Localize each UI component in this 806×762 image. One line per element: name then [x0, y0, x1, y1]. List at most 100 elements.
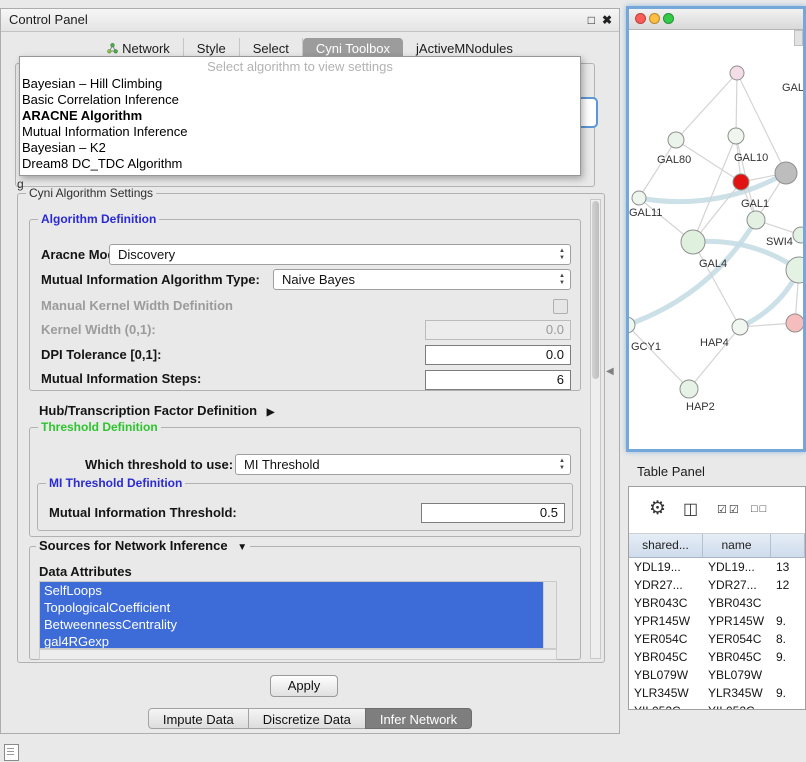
network-node[interactable] [732, 319, 748, 335]
network-edge [629, 325, 689, 389]
network-node[interactable] [629, 317, 635, 333]
table-row[interactable]: YLR345WYLR345W9. [629, 684, 805, 702]
table-row[interactable]: YPR145WYPR145W9. [629, 612, 805, 630]
algorithm-options: Bayesian – Hill ClimbingBasic Correlatio… [20, 76, 580, 172]
network-window-titlebar[interactable] [629, 9, 803, 30]
table-cell [771, 702, 805, 710]
table-cell: YBL079W [703, 666, 771, 684]
attribute-item[interactable]: SelfLoops [40, 582, 546, 599]
table-cell: 12 [771, 576, 805, 594]
combo-arrows-icon: ▲▼ [557, 273, 567, 287]
network-node[interactable] [733, 174, 749, 190]
table-cell: YPR145W [703, 612, 771, 630]
minimize-traffic-light-icon[interactable] [649, 13, 660, 24]
dpi-tolerance-label: DPI Tolerance [0,1]: [41, 345, 161, 365]
algorithm-definition-title: Algorithm Definition [38, 212, 159, 226]
control-panel-titlebar[interactable]: Control Panel □ ✖ [1, 9, 619, 32]
settings-gear-icon[interactable]: ⚙ [649, 497, 666, 520]
table-row[interactable]: YDL19...YDL19...13 [629, 558, 805, 576]
algorithm-option[interactable]: Bayesian – K2 [20, 140, 580, 156]
apply-button[interactable]: Apply [270, 675, 338, 697]
tab-impute-data[interactable]: Impute Data [148, 708, 249, 729]
network-edge [676, 73, 737, 140]
table-cell: 9. [771, 612, 805, 630]
close-traffic-light-icon[interactable] [635, 13, 646, 24]
network-node[interactable] [681, 230, 705, 254]
select-all-icon[interactable]: ☑☑ [717, 503, 741, 516]
table-row[interactable]: YIL052CYIL052C [629, 702, 805, 710]
tab-label: jActiveMNodules [416, 41, 513, 56]
manual-kernel-label: Manual Kernel Width Definition [41, 296, 233, 316]
panel-title: Control Panel [1, 9, 88, 31]
algorithm-option[interactable]: Mutual Information Inference [20, 124, 580, 140]
dpi-tolerance-field[interactable]: 0.0 [425, 345, 571, 365]
algorithm-option[interactable]: Dream8 DC_TDC Algorithm [20, 156, 580, 172]
table-cell: 9. [771, 648, 805, 666]
network-node-label: GCY1 [631, 341, 661, 353]
column-header[interactable]: name [703, 534, 771, 557]
which-threshold-value: MI Threshold [236, 455, 570, 474]
sources-section-toggle[interactable]: Sources for Network Inference ▼ [36, 538, 250, 553]
panel-splitter-grip[interactable]: ◀ [606, 366, 614, 377]
minimized-panel-icon[interactable] [4, 744, 19, 761]
network-node[interactable] [680, 380, 698, 398]
algorithm-option[interactable]: Basic Correlation Inference [20, 92, 580, 108]
network-scrollbar[interactable] [794, 30, 803, 46]
table-row[interactable]: YBR045CYBR045C9. [629, 648, 805, 666]
network-node[interactable] [793, 227, 803, 243]
network-node[interactable] [632, 191, 646, 205]
network-node[interactable] [775, 162, 797, 184]
network-node[interactable] [730, 66, 744, 80]
network-canvas[interactable]: GAL80GAL10GAL11GAL1SWI4GAL4GCY1HAP4HAP2G… [629, 30, 803, 450]
network-edge [639, 140, 676, 198]
aracne-mode-select[interactable]: Discovery ▲▼ [109, 244, 571, 265]
network-node-label: HAP4 [700, 337, 729, 349]
column-header[interactable]: shared... [629, 534, 703, 557]
mi-type-label: Mutual Information Algorithm Type: [41, 270, 260, 290]
algorithm-option[interactable]: Bayesian – Hill Climbing [20, 76, 580, 92]
clear-selection-icon[interactable]: □□ [751, 503, 768, 515]
attribute-list-scrollbar[interactable] [543, 582, 556, 648]
which-threshold-select[interactable]: MI Threshold ▲▼ [235, 454, 571, 475]
hub-definition-label: Hub/Transcription Factor Definition [39, 403, 257, 418]
table-cell: YDL19... [629, 558, 703, 576]
zoom-traffic-light-icon[interactable] [663, 13, 674, 24]
attribute-list[interactable]: SelfLoopsTopologicalCoefficientBetweenne… [39, 581, 557, 649]
table-row[interactable]: YBL079WYBL079W [629, 666, 805, 684]
table-cell: YBR045C [703, 648, 771, 666]
attribute-list-hscrollbar[interactable] [39, 649, 557, 660]
network-node[interactable] [668, 132, 684, 148]
kernel-width-field: 0.0 [425, 320, 571, 340]
table-row[interactable]: YER054CYER054C8. [629, 630, 805, 648]
settings-scrollbar[interactable] [590, 199, 601, 659]
mi-type-select[interactable]: Naive Bayes ▲▼ [273, 269, 571, 290]
table-cell: YDR27... [703, 576, 771, 594]
table-cell: YER054C [629, 630, 703, 648]
float-window-icon[interactable]: □ [588, 9, 595, 31]
network-node[interactable] [786, 314, 803, 332]
table-row[interactable]: YBR043CYBR043C [629, 594, 805, 612]
network-node-label: GAL [782, 82, 803, 94]
table-panel-window: ⚙◫☑☑□□ shared...name YDL19...YDL19...13Y… [628, 486, 806, 710]
bottom-tabs: Impute DataDiscretize DataInfer Network [1, 708, 619, 729]
table-row[interactable]: YDR27...YDR27...12 [629, 576, 805, 594]
table-cell: YDR27... [629, 576, 703, 594]
network-view-window[interactable]: GAL80GAL10GAL11GAL1SWI4GAL4GCY1HAP4HAP2G… [626, 6, 806, 452]
attribute-item[interactable]: gal4RGexp [40, 633, 546, 649]
scrollbar-thumb[interactable] [592, 201, 599, 379]
mi-threshold-field[interactable]: 0.5 [421, 503, 565, 523]
algorithm-option[interactable]: ARACNE Algorithm [20, 108, 580, 124]
algorithm-placeholder: Select algorithm to view settings [20, 58, 580, 76]
attribute-item[interactable]: TopologicalCoefficient [40, 599, 546, 616]
add-column-icon[interactable]: ◫ [683, 499, 698, 519]
network-node[interactable] [728, 128, 744, 144]
attribute-item[interactable]: BetweennessCentrality [40, 616, 546, 633]
close-icon[interactable]: ✖ [602, 9, 612, 31]
table-body: YDL19...YDL19...13YDR27...YDR27...12YBR0… [629, 558, 805, 710]
network-node[interactable] [747, 211, 765, 229]
tab-discretize-data[interactable]: Discretize Data [248, 708, 366, 729]
network-node-label: HAP2 [686, 401, 715, 413]
mi-steps-field[interactable]: 6 [425, 370, 571, 390]
tab-infer-network[interactable]: Infer Network [365, 708, 472, 729]
column-header[interactable] [771, 534, 805, 557]
